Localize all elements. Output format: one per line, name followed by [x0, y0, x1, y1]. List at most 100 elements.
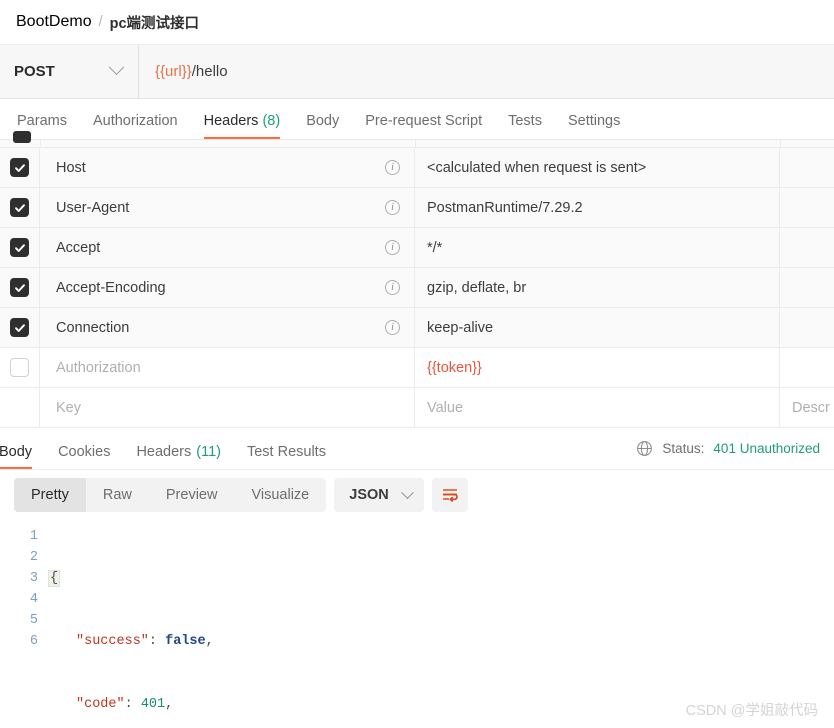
line-number: 5	[29, 613, 38, 628]
header-key-text: Host	[56, 159, 86, 176]
url-input[interactable]: {{url}}/hello	[139, 45, 834, 98]
tab-pre-request-script[interactable]: Pre-request Script	[352, 113, 495, 139]
checkbox-partial	[13, 131, 31, 143]
header-description-input[interactable]	[780, 308, 834, 347]
tab-body[interactable]: Body	[293, 113, 352, 139]
header-enabled-checkbox[interactable]	[0, 348, 40, 387]
tab-tests-label: Tests	[508, 113, 542, 129]
header-key-input[interactable]: Accept i	[40, 228, 415, 267]
view-visualize-button[interactable]: Visualize	[234, 478, 326, 512]
header-enabled-checkbox[interactable]	[0, 228, 40, 267]
json-key: "code"	[76, 697, 125, 712]
header-enabled-checkbox[interactable]	[0, 148, 40, 187]
info-icon[interactable]: i	[385, 320, 400, 335]
info-icon[interactable]: i	[385, 280, 400, 295]
json-comma: ,	[165, 697, 174, 712]
header-key-input[interactable]: User-Agent i	[40, 188, 415, 227]
response-tab-headers-label: Headers	[136, 444, 192, 460]
response-tab-cookies[interactable]: Cookies	[45, 428, 123, 469]
json-key: "success"	[76, 634, 149, 649]
tab-authorization-label: Authorization	[92, 113, 178, 129]
tab-settings-label: Settings	[567, 113, 621, 129]
code-content[interactable]: { "success": false, "code": 401, "messag…	[48, 526, 834, 728]
json-value: 401	[140, 697, 166, 712]
chevron-down-icon	[400, 485, 414, 499]
globe-icon	[637, 441, 653, 456]
tab-settings[interactable]: Settings	[555, 113, 633, 139]
response-tab-headers[interactable]: Headers (11)	[123, 428, 234, 469]
view-preview-label: Preview	[165, 487, 218, 503]
table-row: Accept i */*	[0, 228, 834, 268]
header-key-input[interactable]: Authorization	[40, 348, 415, 387]
checkbox-unchecked-icon	[10, 358, 29, 377]
header-description-input[interactable]	[780, 148, 834, 187]
checkbox-checked-icon	[10, 238, 29, 257]
table-row: Host i <calculated when request is sent>	[0, 148, 834, 188]
response-view-switcher: Pretty Raw Preview Visualize	[14, 478, 327, 512]
json-colon: :	[124, 697, 141, 712]
header-description-input[interactable]	[780, 188, 834, 227]
breadcrumb-current-request[interactable]: pc端测试接口	[110, 12, 199, 33]
status-value: 401 Unauthorized	[713, 441, 820, 456]
http-method-label: POST	[14, 63, 55, 80]
tab-headers-label: Headers	[203, 113, 259, 129]
tab-headers[interactable]: Headers (8)	[191, 113, 294, 139]
response-tab-body[interactable]: Body	[0, 428, 45, 469]
new-key-input[interactable]: Key	[40, 388, 415, 427]
tab-params-label: Params	[17, 113, 67, 129]
info-icon[interactable]: i	[385, 240, 400, 255]
header-value-input[interactable]: PostmanRuntime/7.29.2	[415, 188, 780, 227]
header-description-input[interactable]	[780, 268, 834, 307]
tab-headers-count: (8)	[262, 113, 281, 129]
header-value-input[interactable]: {{token}}	[415, 348, 780, 387]
view-raw-button[interactable]: Raw	[86, 478, 149, 512]
word-wrap-button[interactable]	[431, 478, 468, 512]
code-line: "success": false,	[48, 631, 834, 652]
header-description-input[interactable]	[780, 228, 834, 267]
url-variable: {{url}}	[155, 63, 192, 80]
header-key-text: Accept	[56, 239, 101, 256]
code-line: {	[48, 568, 834, 589]
response-language-dropdown[interactable]: JSON	[334, 478, 424, 512]
header-value-input[interactable]: gzip, deflate, br	[415, 268, 780, 307]
checkbox-checked-icon	[10, 278, 29, 297]
table-row: Authorization {{token}}	[0, 348, 834, 388]
tab-pre-request-script-label: Pre-request Script	[365, 113, 483, 129]
info-icon[interactable]: i	[385, 160, 400, 175]
request-tabs: Params Authorization Headers (8) Body Pr…	[0, 99, 834, 140]
view-preview-button[interactable]: Preview	[149, 478, 235, 512]
header-key-input[interactable]: Host i	[40, 148, 415, 187]
view-visualize-label: Visualize	[251, 487, 310, 503]
new-value-input[interactable]: Value	[415, 388, 780, 427]
header-enabled-checkbox[interactable]	[0, 268, 40, 307]
info-icon[interactable]: i	[385, 200, 400, 215]
json-open-brace: {	[48, 570, 61, 587]
header-enabled-checkbox[interactable]	[0, 188, 40, 227]
line-number: 4	[29, 592, 38, 607]
header-value-input[interactable]: */*	[415, 228, 780, 267]
header-value-input[interactable]: keep-alive	[415, 308, 780, 347]
header-key-input[interactable]: Accept-Encoding i	[40, 268, 415, 307]
tab-tests[interactable]: Tests	[495, 113, 555, 139]
headers-table: Host i <calculated when request is sent>…	[0, 131, 834, 428]
response-tab-test-results-label: Test Results	[246, 444, 326, 460]
http-method-dropdown[interactable]: POST	[0, 45, 139, 98]
line-number: 1	[29, 529, 38, 544]
checkbox-checked-icon	[10, 198, 29, 217]
header-key-input[interactable]: Connection i	[40, 308, 415, 347]
checkbox-checked-icon	[10, 158, 29, 177]
new-row-checkbox-slot	[0, 388, 40, 427]
line-number: 3	[29, 571, 38, 586]
tab-authorization[interactable]: Authorization	[80, 113, 191, 139]
breadcrumb-collection[interactable]: BootDemo	[16, 13, 92, 31]
new-description-input[interactable]: Descr	[780, 388, 834, 427]
header-enabled-checkbox[interactable]	[0, 308, 40, 347]
response-tab-test-results[interactable]: Test Results	[234, 428, 339, 469]
response-tab-body-label: Body	[0, 444, 33, 460]
view-pretty-button[interactable]: Pretty	[14, 478, 86, 512]
json-value: false	[165, 634, 206, 649]
header-description-input[interactable]	[780, 348, 834, 387]
table-row: Accept-Encoding i gzip, deflate, br	[0, 268, 834, 308]
header-value-input[interactable]: <calculated when request is sent>	[415, 148, 780, 187]
response-tab-headers-count: (11)	[196, 444, 221, 460]
